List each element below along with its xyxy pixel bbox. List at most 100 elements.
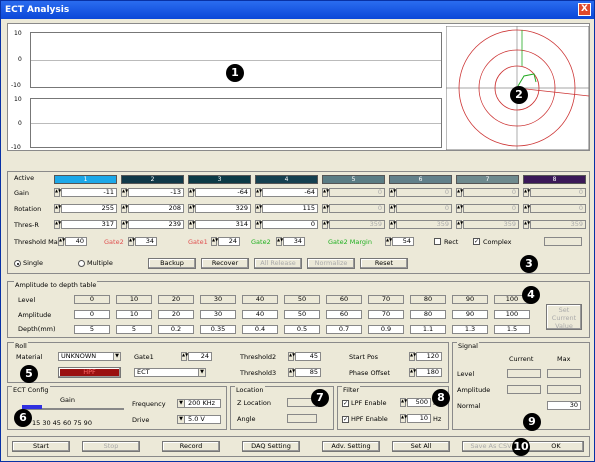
amplitude-table-cell[interactable]: 100 (494, 310, 530, 319)
amplitude-table-cell[interactable]: 0 (74, 310, 110, 319)
spin-icon[interactable]: ▲▼ (181, 352, 188, 361)
channel-value-input[interactable]: 0 (329, 204, 385, 213)
amplitude-table-cell[interactable]: 60 (326, 310, 362, 319)
drive-select[interactable]: ▼ 5.0 V (177, 415, 221, 424)
channel-value-input[interactable]: -64 (195, 188, 251, 197)
amplitude-table-cell[interactable]: 70 (368, 310, 404, 319)
spin-icon[interactable]: ▲▼ (54, 188, 61, 197)
spin-icon[interactable]: ▲▼ (400, 414, 407, 423)
frequency-select[interactable]: ▼ 200 KHz (177, 399, 221, 408)
amplitude-table-cell[interactable]: 80 (410, 310, 446, 319)
material-select[interactable]: UNKNOWN ▼ (58, 352, 121, 361)
multiple-radio[interactable] (78, 260, 85, 267)
amplitude-table-cell[interactable]: 0.9 (368, 325, 404, 334)
amplitude-table-cell[interactable]: 40 (242, 310, 278, 319)
spin-icon[interactable]: ▲▼ (54, 204, 61, 213)
spin-icon[interactable]: ▲▼ (255, 204, 262, 213)
channel-value-input[interactable]: -11 (61, 188, 117, 197)
amplitude-table-cell[interactable]: 1.1 (410, 325, 446, 334)
spin-icon[interactable]: ▲▼ (389, 220, 396, 229)
hpf-input[interactable]: 10 (407, 414, 431, 423)
channel-value-input[interactable]: 317 (61, 220, 117, 229)
spin-icon[interactable]: ▲▼ (188, 188, 195, 197)
adv-setting-button[interactable]: Adv. Setting (322, 441, 380, 452)
channel-tab-6[interactable]: 6 (389, 175, 452, 184)
lpf-checkbox[interactable]: ✓ (342, 400, 349, 407)
reset-button[interactable]: Reset (360, 258, 408, 269)
channel-tab-4[interactable]: 4 (255, 175, 318, 184)
channel-tab-8[interactable]: 8 (523, 175, 586, 184)
channel-value-input[interactable]: 359 (530, 220, 586, 229)
gate2-margin-input[interactable]: 54 (392, 237, 414, 246)
channel-tab-1[interactable]: 1 (54, 175, 117, 184)
spin-icon[interactable]: ▲▼ (523, 220, 530, 229)
channel-value-input[interactable]: 0 (329, 188, 385, 197)
spin-icon[interactable]: ▲▼ (288, 352, 295, 361)
spin-icon[interactable]: ▲▼ (255, 188, 262, 197)
channel-tab-2[interactable]: 2 (121, 175, 184, 184)
channel-value-input[interactable]: 329 (195, 204, 251, 213)
all-release-button[interactable]: All Release (254, 258, 302, 269)
channel-value-input[interactable]: 0 (463, 204, 519, 213)
spin-icon[interactable]: ▲▼ (121, 220, 128, 229)
spin-icon[interactable]: ▲▼ (288, 368, 295, 377)
channel-value-input[interactable]: 239 (128, 220, 184, 229)
channel-value-input[interactable]: -64 (262, 188, 318, 197)
channel-value-input[interactable]: 359 (463, 220, 519, 229)
channel-tab-5[interactable]: 5 (322, 175, 385, 184)
mode-select[interactable]: ECT ▼ (134, 368, 206, 377)
spin-icon[interactable]: ▲▼ (456, 220, 463, 229)
set-all-button[interactable]: Set All (392, 441, 450, 452)
amplitude-table-cell[interactable]: 0.35 (200, 325, 236, 334)
stop-button[interactable]: Stop (82, 441, 140, 452)
amplitude-table-cell[interactable]: 1.5 (494, 325, 530, 334)
spin-icon[interactable]: ▲▼ (523, 204, 530, 213)
start-button[interactable]: Start (12, 441, 70, 452)
spin-icon[interactable]: ▲▼ (523, 188, 530, 197)
backup-button[interactable]: Backup (148, 258, 196, 269)
spin-icon[interactable]: ▲▼ (385, 237, 392, 246)
channel-value-input[interactable]: 0 (530, 204, 586, 213)
spin-icon[interactable]: ▲▼ (389, 188, 396, 197)
spin-icon[interactable]: ▲▼ (188, 204, 195, 213)
gate2b-input[interactable]: 34 (283, 237, 305, 246)
channel-tab-7[interactable]: 7 (456, 175, 519, 184)
spin-icon[interactable]: ▲▼ (58, 237, 65, 246)
channel-value-input[interactable]: -13 (128, 188, 184, 197)
set-current-value-button[interactable]: Set Current Value (546, 304, 582, 330)
spin-icon[interactable]: ▲▼ (456, 188, 463, 197)
channel-value-input[interactable]: 255 (61, 204, 117, 213)
amplitude-table-cell[interactable]: 0.5 (284, 325, 320, 334)
record-button[interactable]: Record (162, 441, 220, 452)
channel-value-input[interactable]: 359 (329, 220, 385, 229)
single-radio[interactable] (14, 260, 21, 267)
channel-value-input[interactable]: 0 (463, 188, 519, 197)
amplitude-table-cell[interactable]: 1.3 (452, 325, 488, 334)
hpf-button[interactable]: HPF (58, 367, 121, 378)
lpf-input[interactable]: 500 (407, 398, 431, 407)
amplitude-table-cell[interactable]: 0.7 (326, 325, 362, 334)
gate2-input[interactable]: 34 (135, 237, 157, 246)
spin-icon[interactable]: ▲▼ (322, 188, 329, 197)
roll-gate1-input[interactable]: 24 (188, 352, 212, 361)
start-pos-input[interactable]: 120 (416, 352, 442, 361)
hpf-checkbox[interactable]: ✓ (342, 416, 349, 423)
channel-value-input[interactable]: 0 (262, 220, 318, 229)
channel-value-input[interactable]: 0 (396, 204, 452, 213)
threshold2-input[interactable]: 45 (295, 352, 321, 361)
normalize-button[interactable]: Normalize (307, 258, 355, 269)
spin-icon[interactable]: ▲▼ (276, 237, 283, 246)
spin-icon[interactable]: ▲▼ (456, 204, 463, 213)
spin-icon[interactable]: ▲▼ (322, 220, 329, 229)
spin-icon[interactable]: ▲▼ (121, 188, 128, 197)
ok-button[interactable]: OK (528, 441, 584, 452)
amplitude-table-cell[interactable]: 10 (116, 310, 152, 319)
spin-icon[interactable]: ▲▼ (211, 237, 218, 246)
amplitude-table-cell[interactable]: 20 (158, 310, 194, 319)
complex-checkbox[interactable]: ✓ (473, 238, 480, 245)
rect-checkbox[interactable] (434, 238, 441, 245)
spin-icon[interactable]: ▲▼ (121, 204, 128, 213)
recover-button[interactable]: Recover (201, 258, 249, 269)
spin-icon[interactable]: ▲▼ (400, 398, 407, 407)
amplitude-table-cell[interactable]: 50 (284, 310, 320, 319)
